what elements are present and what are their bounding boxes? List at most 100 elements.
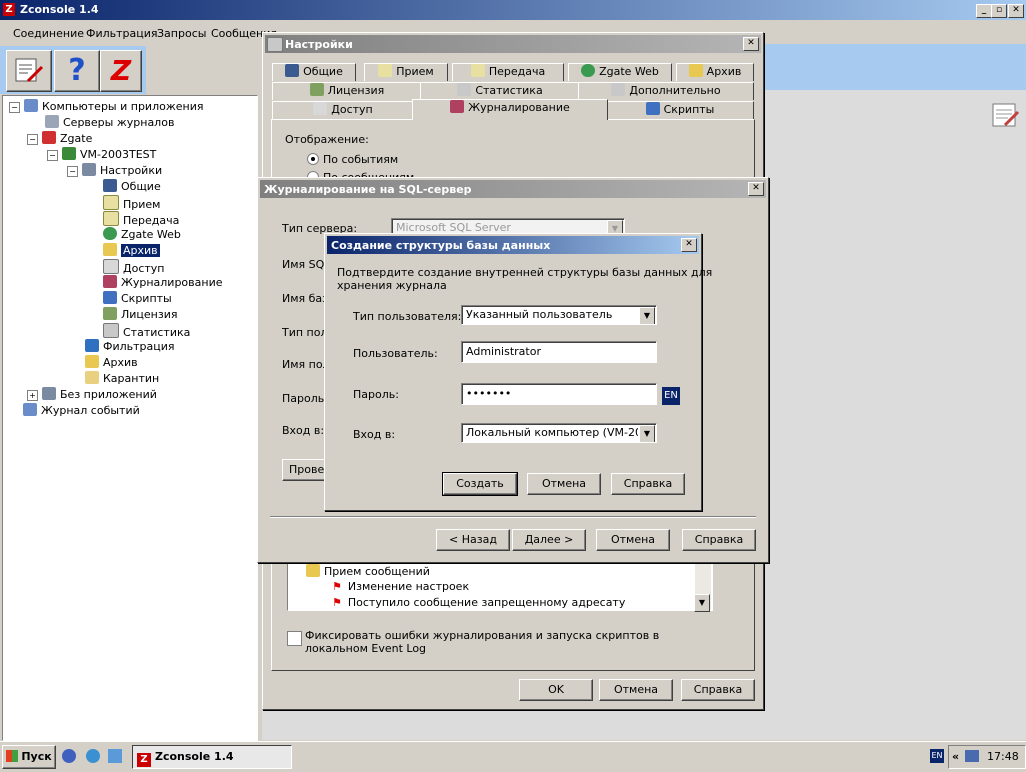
create-db-close-button[interactable]: ✕ (681, 238, 697, 252)
login-select[interactable]: Локальный компьютер (VM-2003TEST) ▼ (461, 423, 657, 443)
receive-icon (103, 195, 119, 210)
tree-item-logging[interactable]: Журналирование (103, 275, 223, 290)
menu-queries[interactable]: Запросы (157, 27, 206, 40)
quarantine-icon (85, 371, 99, 384)
tree-item-scripts[interactable]: Скрипты (103, 291, 172, 306)
tree-item-filtering[interactable]: Фильтрация (85, 339, 175, 354)
events-list-item: ⚑ Изменение настроек (332, 580, 470, 593)
settings-cancel-button[interactable]: Отмена (599, 679, 673, 701)
help-toolbar-button[interactable]: ? (54, 50, 100, 92)
menu-filtering[interactable]: Фильтрация (86, 27, 158, 40)
tree-item-computers[interactable]: − Компьютеры и приложения (9, 99, 203, 114)
scroll-down-arrow[interactable]: ▼ (694, 594, 710, 612)
tab-archive[interactable]: Архив (676, 63, 754, 81)
tab-logging[interactable]: Журналирование (412, 99, 608, 120)
language-indicator[interactable]: EN (930, 749, 944, 763)
tab-advanced[interactable]: Дополнительно (578, 82, 754, 100)
zgate-logo-icon: Z (110, 54, 132, 87)
tree-item-send[interactable]: Передача (103, 211, 179, 228)
tree-item-archive-settings[interactable]: Архив (103, 243, 160, 258)
help-icon: ? (68, 53, 86, 88)
create-db-titlebar: Создание структуры базы данных ✕ (327, 236, 699, 254)
events-list-item: ⚑ Поступило сообщение запрещенному адреса… (332, 596, 626, 609)
scripts-icon (103, 291, 117, 304)
settings-ok-button[interactable]: OK (519, 679, 593, 701)
close-button[interactable]: ✕ (1008, 4, 1024, 18)
settings-close-button[interactable]: ✕ (743, 37, 759, 51)
tree-item-event-log[interactable]: Журнал событий (23, 403, 140, 418)
taskbar-zconsole[interactable]: Z Zconsole 1.4 (132, 745, 292, 769)
computers-icon (24, 99, 38, 112)
edit-toolbar-button[interactable] (6, 50, 52, 92)
settings-help-button[interactable]: Справка (681, 679, 755, 701)
user-type-select[interactable]: Указанный пользователь ▼ (461, 305, 657, 325)
log-servers-icon (45, 115, 59, 128)
password-input[interactable]: ••••••• (461, 383, 657, 405)
tree-item-server[interactable]: − VM-2003TEST (47, 147, 156, 162)
create-db-title: Создание структуры базы данных (331, 239, 551, 252)
tab-statistics[interactable]: Статистика (420, 82, 580, 100)
minimize-button[interactable]: _ (976, 4, 992, 18)
events-list[interactable]: Прием сообщений ⚑ Изменение настроек ⚑ Пос… (287, 561, 713, 611)
tree-item-quarantine[interactable]: Карантин (85, 371, 159, 386)
sql-close-button[interactable]: ✕ (748, 182, 764, 196)
toolbar: ? Z (0, 46, 146, 94)
create-db-description-2: хранения журнала (337, 279, 447, 292)
tree-item-statistics[interactable]: Статистика (103, 323, 190, 340)
tree-item-log-servers[interactable]: Серверы журналов (45, 115, 174, 130)
tree-item-access[interactable]: Доступ (103, 259, 164, 276)
create-db-help-button[interactable]: Справка (611, 473, 685, 495)
tab-access[interactable]: Доступ (272, 101, 414, 119)
media-player-icon[interactable] (62, 749, 76, 763)
flag-icon: ⚑ (332, 596, 342, 609)
navigation-tree: − Компьютеры и приложения Серверы журнало… (2, 95, 258, 741)
events-scrollbar[interactable]: ▼ (694, 562, 711, 612)
settings-titlebar: Настройки ✕ (265, 35, 761, 53)
sql-help-button[interactable]: Справка (682, 529, 756, 551)
statistics-icon (457, 83, 472, 96)
restore-button[interactable]: ▫ (991, 4, 1007, 18)
user-input[interactable]: Administrator (461, 341, 657, 363)
create-db-cancel-button[interactable]: Отмена (527, 473, 601, 495)
zgate-toolbar-button[interactable]: Z (100, 50, 142, 92)
tree-item-receive[interactable]: Прием (103, 195, 160, 212)
logging-icon (103, 275, 117, 288)
browser-icon[interactable] (86, 749, 100, 763)
settings-title: Настройки (285, 38, 353, 51)
send-icon (103, 211, 119, 226)
tab-general[interactable]: Общие (272, 63, 356, 81)
tab-send[interactable]: Передача (452, 63, 564, 81)
create-button[interactable]: Создать (443, 473, 517, 495)
main-titlebar: Z Zconsole 1.4 _ ▫ ✕ (0, 0, 1026, 20)
explorer-icon[interactable] (108, 749, 122, 763)
radio-by-events[interactable]: По событиям (307, 153, 398, 166)
start-button[interactable]: Пуск (2, 745, 56, 769)
windows-logo-icon (6, 750, 19, 762)
sql-cancel-button[interactable]: Отмена (596, 529, 670, 551)
tab-receive[interactable]: Прием (364, 63, 448, 81)
tree-item-no-apps[interactable]: + Без приложений (27, 387, 157, 402)
edit-icon (15, 58, 44, 83)
tree-item-settings[interactable]: − Настройки (67, 163, 162, 178)
network-icon[interactable] (965, 750, 979, 762)
tray-expand-icon[interactable]: « (952, 750, 959, 763)
menu-connection[interactable]: Соединение (13, 27, 84, 40)
notes-side-button[interactable] (990, 100, 1022, 132)
tree-item-general[interactable]: Общие (103, 179, 161, 194)
tree-item-zgate-web[interactable]: Zgate Web (103, 227, 181, 242)
filter-icon (85, 339, 99, 352)
tree-item-archive[interactable]: Архив (85, 355, 138, 370)
no-apps-icon (42, 387, 56, 400)
event-log-icon (23, 403, 37, 416)
tree-item-license[interactable]: Лицензия (103, 307, 177, 322)
tree-item-zgate[interactable]: − Zgate (27, 131, 92, 146)
password-label: Пароль: (353, 388, 399, 401)
back-button[interactable]: < Назад (436, 529, 510, 551)
next-button[interactable]: Далее > (512, 529, 586, 551)
keyboard-layout-badge: EN (662, 387, 680, 405)
tab-license[interactable]: Лицензия (272, 82, 422, 100)
tab-scripts[interactable]: Скрипты (606, 101, 754, 119)
tab-zgate-web[interactable]: Zgate Web (568, 63, 672, 81)
user-type-label: Тип пользователя: (353, 310, 462, 323)
log-errors-checkbox[interactable] (287, 631, 302, 646)
